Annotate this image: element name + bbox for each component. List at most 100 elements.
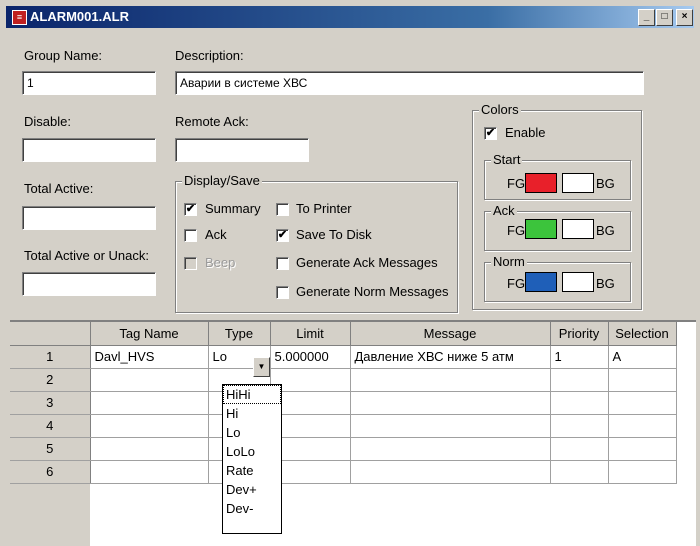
start-bg-swatch[interactable] (562, 173, 594, 193)
ack-bg-swatch[interactable] (562, 219, 594, 239)
save-to-disk-checkbox[interactable]: ✔ (276, 229, 289, 242)
column-header-tag-name[interactable]: Tag Name (90, 322, 209, 346)
description-label: Description: (175, 48, 244, 63)
title-bar[interactable]: ≡ ALARM001.ALR _ □ × (6, 6, 694, 28)
colors-enable-checkbox[interactable]: ✔ (484, 127, 497, 140)
alarm-file-icon: ≡ (12, 10, 27, 25)
beep-label: Beep (205, 255, 236, 270)
row-number[interactable]: 2 (10, 368, 91, 392)
limit-cell[interactable]: 5.000000 (270, 345, 351, 369)
limit-cell[interactable] (270, 414, 351, 438)
maximize-button[interactable]: □ (656, 9, 673, 26)
tag-name-cell[interactable] (90, 391, 209, 415)
message-cell[interactable] (350, 368, 551, 392)
limit-cell[interactable] (270, 368, 351, 392)
tag-name-cell[interactable] (90, 414, 209, 438)
selection-cell[interactable] (608, 414, 677, 438)
dropdown-option-lo[interactable]: Lo (223, 423, 281, 442)
dropdown-option-dev-minus[interactable]: Dev- (223, 499, 281, 518)
colors-title: Colors (479, 102, 521, 117)
summary-checkbox[interactable]: ✔ (184, 203, 197, 216)
group-name-label: Group Name: (24, 48, 103, 63)
tag-name-cell[interactable] (90, 460, 209, 484)
column-header-type[interactable]: Type (208, 322, 271, 346)
summary-label: Summary (205, 201, 261, 216)
priority-cell[interactable] (550, 414, 609, 438)
dropdown-option-hi[interactable]: Hi (223, 404, 281, 423)
norm-bg-swatch[interactable] (562, 272, 594, 292)
column-header-selection[interactable]: Selection (608, 322, 677, 346)
to-printer-checkbox[interactable] (276, 203, 289, 216)
message-cell[interactable]: Давление ХВС ниже 5 атм (350, 345, 551, 369)
message-cell[interactable] (350, 414, 551, 438)
disable-field[interactable] (22, 138, 156, 162)
selection-cell[interactable] (608, 391, 677, 415)
ack-fg-swatch[interactable] (525, 219, 557, 239)
dropdown-option-lolo[interactable]: LoLo (223, 442, 281, 461)
selection-cell[interactable] (608, 437, 677, 461)
beep-checkbox (184, 257, 197, 270)
row-number[interactable]: 5 (10, 437, 91, 461)
tag-name-cell[interactable] (90, 368, 209, 392)
total-active-unack-field[interactable] (22, 272, 156, 296)
table-row[interactable]: 6 (10, 460, 677, 484)
column-header-message[interactable]: Message (350, 322, 551, 346)
priority-cell[interactable] (550, 368, 609, 392)
start-fg-label: FG (507, 176, 526, 191)
table-row[interactable]: 2 (10, 368, 677, 392)
norm-fg-label: FG (507, 276, 526, 291)
row-number[interactable]: 6 (10, 460, 91, 484)
group-name-field[interactable]: 1 (22, 71, 156, 95)
selection-cell[interactable]: A (608, 345, 677, 369)
description-field[interactable]: Аварии в системе ХВС (175, 71, 644, 95)
norm-bg-label: BG (596, 276, 615, 291)
start-bg-label: BG (596, 176, 615, 191)
total-active-field[interactable] (22, 206, 156, 230)
limit-cell[interactable] (270, 437, 351, 461)
row-number[interactable]: 1 (10, 345, 91, 369)
table-row[interactable]: 5 (10, 437, 677, 461)
generate-norm-checkbox[interactable] (276, 286, 289, 299)
type-dropdown-list[interactable]: HiHi Hi Lo LoLo Rate Dev+ Dev- (222, 384, 282, 534)
priority-cell[interactable] (550, 391, 609, 415)
limit-cell[interactable] (270, 460, 351, 484)
save-to-disk-label: Save To Disk (296, 227, 372, 242)
minimize-button[interactable]: _ (638, 9, 655, 26)
priority-cell[interactable] (550, 437, 609, 461)
disable-label: Disable: (24, 114, 71, 129)
dropdown-option-dev-plus[interactable]: Dev+ (223, 480, 281, 499)
alarm-table: Tag Name Type Limit Message Priority Sel… (10, 322, 677, 484)
type-dropdown-button[interactable]: ▼ (253, 357, 270, 377)
generate-ack-label: Generate Ack Messages (296, 255, 438, 270)
tag-name-cell[interactable]: Davl_HVS (90, 345, 209, 369)
priority-cell[interactable]: 1 (550, 345, 609, 369)
tag-name-cell[interactable] (90, 437, 209, 461)
message-cell[interactable] (350, 460, 551, 484)
message-cell[interactable] (350, 391, 551, 415)
close-button[interactable]: × (676, 9, 693, 26)
alarm-window: ≡ ALARM001.ALR _ □ × Group Name: 1 Descr… (0, 0, 700, 546)
dropdown-option-rate[interactable]: Rate (223, 461, 281, 480)
priority-cell[interactable] (550, 460, 609, 484)
column-header-priority[interactable]: Priority (550, 322, 609, 346)
generate-norm-label: Generate Norm Messages (296, 284, 449, 299)
message-cell[interactable] (350, 437, 551, 461)
norm-fg-swatch[interactable] (525, 272, 557, 292)
column-header-limit[interactable]: Limit (270, 322, 351, 346)
selection-cell[interactable] (608, 460, 677, 484)
ack-checkbox[interactable] (184, 229, 197, 242)
table-row[interactable]: 3 (10, 391, 677, 415)
table-header-row: Tag Name Type Limit Message Priority Sel… (10, 322, 677, 346)
remote-ack-field[interactable] (175, 138, 309, 162)
row-number[interactable]: 3 (10, 391, 91, 415)
generate-ack-checkbox[interactable] (276, 257, 289, 270)
display-save-title: Display/Save (182, 173, 262, 188)
table-row[interactable]: 1 Davl_HVS Lo 5.000000 Давление ХВС ниже… (10, 345, 677, 369)
dropdown-option-hihi[interactable]: HiHi (223, 385, 281, 404)
remote-ack-label: Remote Ack: (175, 114, 249, 129)
limit-cell[interactable] (270, 391, 351, 415)
table-row[interactable]: 4 (10, 414, 677, 438)
selection-cell[interactable] (608, 368, 677, 392)
row-number[interactable]: 4 (10, 414, 91, 438)
start-fg-swatch[interactable] (525, 173, 557, 193)
